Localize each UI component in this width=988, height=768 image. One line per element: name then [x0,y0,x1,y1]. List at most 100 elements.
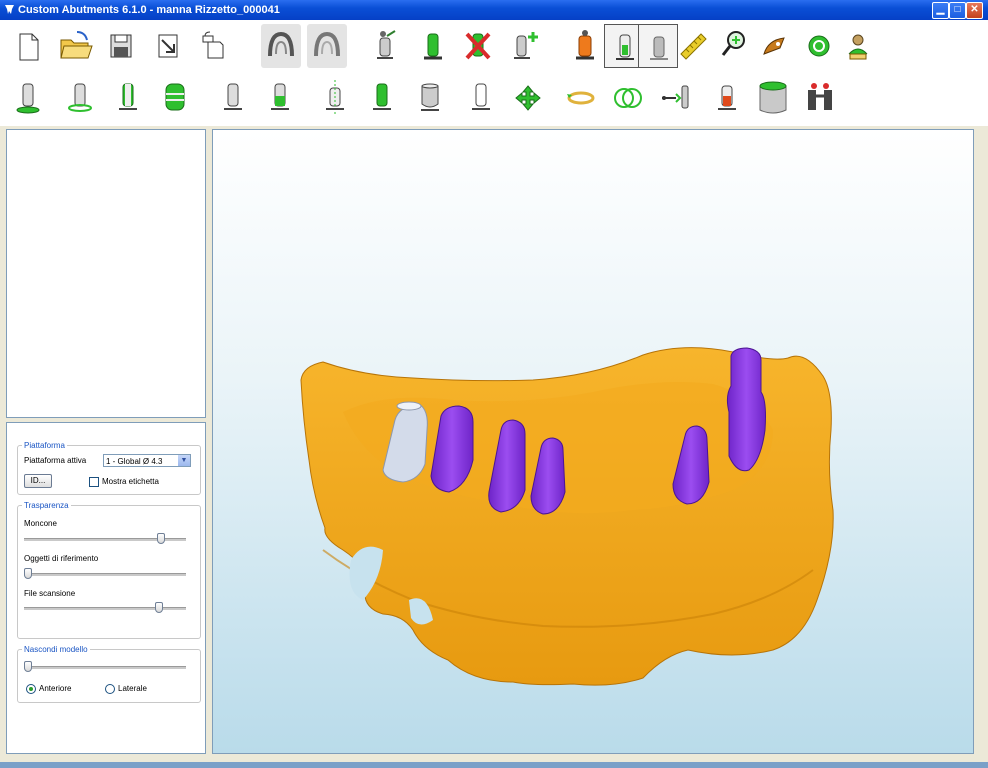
abutment-wide-button[interactable] [155,76,195,120]
move-button[interactable] [508,76,548,120]
abutment-plain-icon [224,83,242,110]
abutment-transparency-label: Moncone [24,519,57,528]
abutment-transparency-thumb[interactable] [156,533,165,544]
toolbar-row-1 [0,24,988,74]
add-abutment-icon [514,32,538,59]
green-abutment-button[interactable] [413,24,453,68]
lower-arch-icon [314,31,340,57]
refresh-button[interactable] [799,24,839,68]
copy-button[interactable] [193,24,233,68]
rotate-button[interactable] [561,76,601,120]
open-folder-icon [60,31,93,59]
abutment-cylinder-button[interactable] [410,76,450,120]
new-file-button[interactable] [8,24,48,68]
abutment-cylinder-icon [421,83,439,111]
abutment-gray-button[interactable] [638,24,678,68]
lower-arch-button[interactable] [307,24,347,68]
implant-tool-button[interactable] [365,24,405,68]
abutment-margin-icon [68,83,92,112]
chevron-down-icon[interactable]: ▼ [178,455,190,466]
help-button[interactable] [800,76,840,120]
rotate-icon [567,91,595,105]
ruler-icon [680,33,707,60]
title-bar: Custom Abutments 6.1.0 - manna Rizzetto_… [0,0,988,20]
abutment-red-icon [718,85,736,110]
zoom-button[interactable] [714,24,754,68]
abutment-5 [726,347,766,472]
active-platform-select[interactable]: 1 - Global Ø 4.3 ▼ [103,454,191,467]
orange-abutment-icon [576,30,594,60]
abutment-outline-icon [472,83,490,110]
move-icon [515,85,541,111]
delete-abutment-button[interactable] [458,24,498,68]
abutment-outline-button[interactable] [461,76,501,120]
export-icon [158,34,178,58]
align-rings-button[interactable] [608,76,648,120]
abutment-base-button[interactable] [8,76,48,120]
active-platform-label: Piattaforma attiva [24,456,87,465]
abutment-body-button[interactable] [108,76,148,120]
save-button[interactable] [101,24,141,68]
connect-button[interactable] [658,76,698,120]
abutment-green-body-button[interactable] [362,76,402,120]
save-icon [110,34,132,58]
show-label-text: Mostra etichetta [102,477,159,486]
transparency-legend: Trasparenza [24,501,69,510]
paint-tool-button[interactable] [756,24,796,68]
green-abutment-icon [424,33,442,60]
abutment-green-top-button[interactable] [260,76,300,120]
close-button[interactable]: ✕ [966,2,983,19]
orange-abutment-button[interactable] [565,24,605,68]
ruler-button[interactable] [673,24,713,68]
delete-abutment-icon [465,32,491,60]
open-button[interactable] [55,24,95,68]
lateral-label: Laterale [118,684,147,693]
minimize-button[interactable]: ▁ [932,2,949,19]
active-platform-value: 1 - Global Ø 4.3 [106,457,163,466]
user-info-button[interactable] [838,24,878,68]
anterior-radio[interactable] [26,684,36,694]
dental-model-render [300,347,834,686]
cylinder-icon [759,81,787,114]
upper-arch-button[interactable] [261,24,301,68]
toolbar [0,20,988,126]
new-file-icon [19,33,39,61]
abutment-body-icon [119,83,137,110]
abutment-wide-icon [165,83,185,111]
abutment-axis-button[interactable] [315,76,355,120]
hide-model-track[interactable] [24,666,186,669]
anterior-label: Anteriore [39,684,72,693]
hide-model-thumb[interactable] [24,661,32,672]
window-title: Custom Abutments 6.1.0 - manna Rizzetto_… [18,4,280,16]
reference-objects-track[interactable] [24,573,186,576]
zoom-icon [721,31,745,56]
lateral-radio[interactable] [105,684,115,694]
reference-objects-thumb[interactable] [24,568,32,579]
show-label-checkbox[interactable] [89,477,99,487]
connect-icon [662,85,689,109]
abutment-margin-button[interactable] [60,76,100,120]
abutment-green-body-icon [373,83,391,110]
properties-panel: Piattaforma Piattaforma attiva 1 - Globa… [6,422,206,754]
id-button[interactable]: ID... [24,474,52,488]
3d-viewport[interactable] [212,129,974,754]
toolbar-row-2 [0,76,988,126]
maximize-button[interactable]: □ [949,2,966,19]
object-tree-panel[interactable] [6,129,206,418]
paint-tool-icon [763,37,785,55]
abutment-plain-button[interactable] [213,76,253,120]
add-abutment-button[interactable] [504,24,544,68]
hide-model-legend: Nascondi modello [24,645,88,654]
export-button[interactable] [148,24,188,68]
abutment-red-button[interactable] [707,76,747,120]
scan-file-thumb[interactable] [155,602,164,613]
taskbar-edge [0,762,988,768]
abutment-base-icon [16,83,40,114]
reference-objects-label: Oggetti di riferimento [24,554,99,563]
app-icon [5,5,14,14]
scan-file-label: File scansione [24,589,76,598]
cylinder-button[interactable] [753,76,793,120]
help-icon [808,83,832,110]
copy-icon [202,31,224,59]
upper-arch-icon [268,31,294,57]
